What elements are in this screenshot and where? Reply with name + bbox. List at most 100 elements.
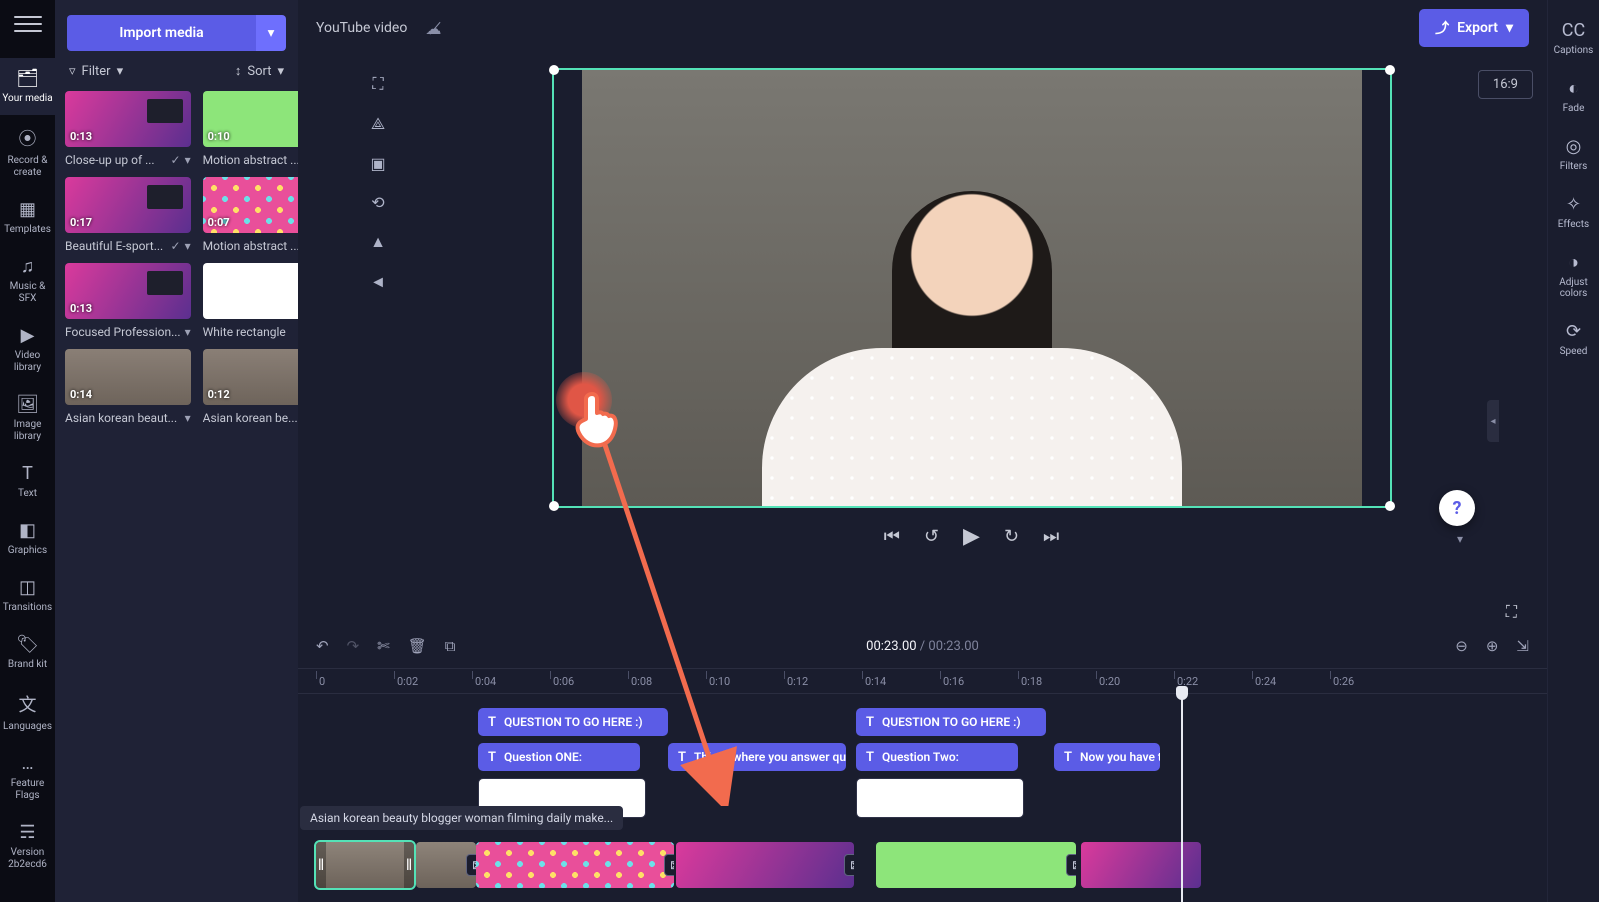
nav-feature-flags[interactable]: …Feature Flags [0,743,55,812]
overlay-clip[interactable] [856,778,1024,818]
crop-icon[interactable]: ⟁ [368,114,388,134]
nav-video-library[interactable]: ▶Video library [0,315,55,384]
nav-languages[interactable]: 文Languages [0,681,55,743]
video-clip[interactable]: ⊠ [876,842,1076,888]
nav-templates[interactable]: ▦Templates [0,189,55,246]
video-clip[interactable]: ⊠ [676,842,854,888]
skip-start-icon[interactable]: ⏮ [884,526,900,547]
clip-handle-right[interactable]: ‖ [404,842,414,888]
zoom-fit-icon[interactable]: ⇲ [1516,637,1529,655]
rewind-5-icon[interactable]: ↺ [924,526,939,547]
media-thumbnail[interactable] [203,263,298,319]
media-thumbnail[interactable]: 0:07 [203,177,298,233]
media-item[interactable]: 0:13Focused Profession...▾ [65,263,191,339]
canvas-frame[interactable] [552,68,1392,508]
pip-icon[interactable]: ▣ [368,154,388,173]
sort-control[interactable]: ↕Sort▾ [182,63,285,79]
media-item[interactable]: 0:14Asian korean beaut...▾ [65,349,191,425]
timeline-tracks[interactable]: TQUESTION TO GO HERE :) TQUESTION TO GO H… [298,694,1547,902]
export-button[interactable]: ⤴ Export ▾ [1419,9,1529,47]
collapse-right-panel[interactable]: ◂ [1487,400,1499,442]
text-track-a[interactable]: TQUESTION TO GO HERE :) TQUESTION TO GO H… [316,708,1547,738]
more-icon[interactable]: ▾ [185,239,191,253]
flip-h-icon[interactable]: ▲ [368,232,388,252]
import-media-dropdown[interactable]: ▾ [256,15,286,51]
more-icon[interactable]: ▾ [185,411,191,425]
help-button[interactable]: ? [1439,490,1475,526]
text-clip[interactable]: TQUESTION TO GO HERE :) [478,708,668,736]
prop-speed[interactable]: ⟳Speed [1548,311,1599,367]
redo-icon[interactable]: ↷ [347,637,360,655]
nav-image-library[interactable]: 🖼Image library [0,384,55,453]
media-thumbnail[interactable]: 0:12 [203,349,298,405]
timeline-ruler[interactable]: 00:020:040:060:080:100:120:140:160:180:2… [298,668,1547,694]
duplicate-icon[interactable]: ⧉ [445,637,456,655]
media-item[interactable]: 0:07Motion abstract ...✓▾ [203,177,298,253]
nav-brand-kit[interactable]: 🏷Brand kit [0,624,55,681]
video-clip[interactable]: ⊠ [476,842,674,888]
skip-end-icon[interactable]: ⏭ [1043,526,1059,547]
delete-icon[interactable]: 🗑 [408,637,427,655]
video-clip[interactable]: ⊠ [416,842,476,888]
zoom-out-icon[interactable]: ⊖ [1455,637,1468,655]
media-item[interactable]: 0:10Motion abstract ...✓▾ [203,91,298,167]
flip-v-icon[interactable]: ◄ [368,272,388,292]
fit-icon[interactable]: ⛶ [368,74,388,94]
resize-handle-tl[interactable] [549,65,559,75]
text-clip[interactable]: TQUESTION TO GO HERE :) [856,708,1046,736]
nav-music-sfx[interactable]: ♫Music & SFX [0,246,55,315]
media-thumbnail[interactable]: 0:13 [65,263,191,319]
nav-graphics[interactable]: ◧Graphics [0,510,55,567]
more-icon[interactable]: ▾ [185,153,191,167]
text-clip[interactable]: TQuestion Two: [856,743,1018,771]
play-icon[interactable]: ▶ [963,524,980,549]
nav-transitions[interactable]: ◫Transitions [0,567,55,624]
text-clip[interactable]: TNow you have tl [1054,743,1160,771]
filter-control[interactable]: ▿Filter▾ [69,63,172,79]
preview-canvas[interactable]: 16:9 ⏮ ↺ ▶ ↻ ⏭ ⛶ [396,56,1547,624]
video-clip[interactable] [1081,842,1201,888]
selection-outline[interactable] [552,68,1392,508]
cloud-sync-icon[interactable]: ☁̸ [425,19,441,38]
media-item[interactable]: White rectangle✓▾ [203,263,298,339]
nav-version[interactable]: ☴Version 2b2ecd6 [0,812,55,881]
media-item[interactable]: 0:12Asian korean be...▾ [203,349,298,425]
media-item[interactable]: 0:13Close-up up of ...✓▾ [65,91,191,167]
forward-5-icon[interactable]: ↻ [1004,526,1019,547]
import-media-button[interactable]: Import media [67,15,256,51]
prop-filters[interactable]: ◎Filters [1548,126,1599,182]
prop-effects[interactable]: ✧Effects [1548,184,1599,240]
clip-handle-left[interactable]: ‖ [316,842,326,888]
nav-your-media[interactable]: 🗂Your media [0,58,55,115]
media-thumbnail[interactable]: 0:17 [65,177,191,233]
resize-handle-bl[interactable] [549,501,559,511]
rotate-icon[interactable]: ⟲ [368,193,388,212]
nav-text[interactable]: TText [0,453,55,510]
project-title[interactable]: YouTube video [316,20,407,36]
text-track-b[interactable]: TQuestion ONE: TThis is where you answer … [316,743,1547,773]
media-thumbnail[interactable]: 0:13 [65,91,191,147]
transition-icon[interactable]: ⊠ [1066,854,1076,876]
split-icon[interactable]: ✄ [377,637,390,655]
zoom-in-icon[interactable]: ⊕ [1486,637,1499,655]
transition-icon[interactable]: ⊠ [466,854,476,876]
media-thumbnail[interactable]: 0:14 [65,349,191,405]
nav-record-create[interactable]: ⦿Record & create [0,115,55,189]
resize-handle-tr[interactable] [1385,65,1395,75]
text-clip[interactable]: TQuestion ONE: [478,743,640,771]
help-caret-icon[interactable]: ▾ [1457,532,1463,546]
resize-handle-br[interactable] [1385,501,1395,511]
undo-icon[interactable]: ↶ [316,637,329,655]
transition-icon[interactable]: ⊠ [664,854,674,876]
text-clip[interactable]: TThis is where you answer quest [668,743,846,771]
media-item[interactable]: 0:17Beautiful E-sport...✓▾ [65,177,191,253]
transition-icon[interactable]: ⊠ [844,854,854,876]
more-icon[interactable]: ▾ [185,325,191,339]
video-clip[interactable]: ‖‖ [316,842,414,888]
media-thumbnail[interactable]: 0:10 [203,91,298,147]
prop-fade[interactable]: ◐Fade [1548,68,1599,124]
video-track[interactable]: ‖‖⊠⊠⊠⊠ [316,842,1547,888]
prop-adjust-colors[interactable]: ◑Adjust colors [1548,242,1599,309]
hamburger-menu-icon[interactable] [14,10,42,38]
playhead[interactable] [1181,694,1183,902]
